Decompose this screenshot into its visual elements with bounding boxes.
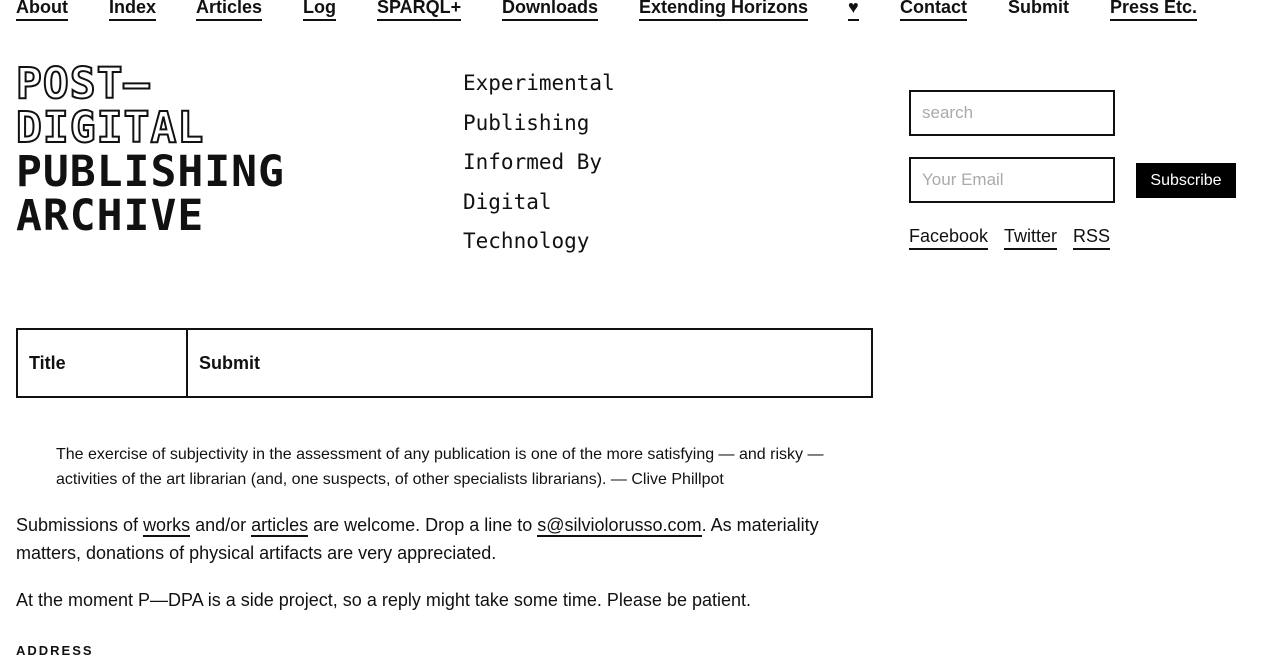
nav-contact[interactable]: Contact [900,0,967,21]
nav-heart-icon[interactable]: ♥ [848,0,859,21]
nav-submit[interactable]: Submit [1008,0,1069,21]
facebook-link[interactable]: Facebook [909,226,989,250]
logo-line-publishing: PUBLISHING [16,147,285,197]
tagline-line: Informed By [463,150,603,174]
rss-link[interactable]: RSS [1073,226,1111,250]
page-title-table: Title Submit [16,328,873,398]
nav-index[interactable]: Index [109,0,157,21]
tagline-line: Publishing [463,110,590,135]
submission-text: and/or [190,515,252,535]
twitter-link[interactable]: Twitter [1004,226,1058,250]
page-title: Submit [186,328,873,398]
tagline-line: Digital [463,189,552,214]
nav-sparql[interactable]: SPARQL+ [377,0,462,21]
tagline-line: Experimental [463,71,615,95]
submission-text: Submissions of [16,515,144,535]
top-nav: About Index Articles Log SPARQL+ Downloa… [16,0,1276,26]
address-heading: ADDRESS [16,643,94,658]
nav-about[interactable]: About [16,0,68,21]
nav-articles[interactable]: Articles [196,0,263,21]
nav-press[interactable]: Press Etc. [1110,0,1198,21]
epigraph-quote: The exercise of subjectivity in the asse… [56,446,824,488]
nav-downloads[interactable]: Downloads [502,0,599,21]
submission-paragraph: Submissions of works and/or articles are… [16,511,872,567]
nav-extending-horizons[interactable]: Extending Horizons [639,0,809,21]
title-cell: Title [16,328,188,398]
logo-line-digital: DIGITAL [15,103,205,153]
patience-note: At the moment P—DPA is a side project, s… [16,590,752,610]
site-tagline: Experimental Publishing Informed By Digi… [463,64,663,262]
submission-text: are welcome. Drop a line to [308,515,538,535]
nav-log[interactable]: Log [303,0,336,21]
articles-link[interactable]: articles [251,515,309,537]
subscribe-button[interactable]: Subscribe [1136,163,1236,198]
site-logo[interactable]: POST— DIGITAL PUBLISHING ARCHIVE [15,59,285,241]
works-link[interactable]: works [143,515,191,537]
search-input[interactable] [909,90,1115,136]
email-field[interactable] [909,157,1115,203]
email-link[interactable]: s@silviolorusso.com [537,515,702,537]
logo-line-archive: ARCHIVE [16,191,205,241]
logo-line-post: POST— [15,59,151,109]
tagline-line: Technology [463,229,590,253]
